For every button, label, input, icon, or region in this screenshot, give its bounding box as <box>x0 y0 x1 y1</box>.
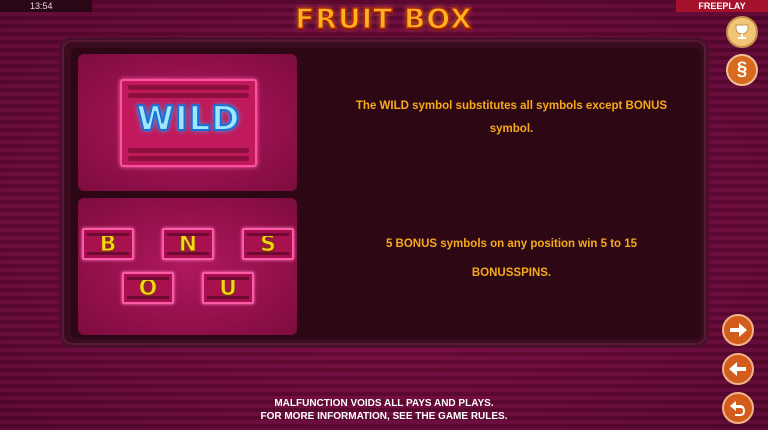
trophy-icon <box>735 24 749 39</box>
bonus-letter-n: N <box>162 228 214 260</box>
paytable-panel: WILD B N S O U The WILD symbol substitut… <box>62 40 706 345</box>
wild-stripe-top <box>128 85 249 90</box>
bonus-letter-s: S <box>242 228 294 260</box>
bonus-letter-b: B <box>82 228 134 260</box>
next-page-button[interactable] <box>722 314 754 346</box>
bonus-letter-u: U <box>202 272 254 304</box>
wild-stripe-top2 <box>128 93 249 98</box>
wild-stripe-bottom2 <box>128 148 249 153</box>
wild-symbol-cell: WILD <box>78 54 297 191</box>
wild-symbol: WILD <box>120 79 257 167</box>
previous-page-button[interactable] <box>722 353 754 385</box>
footer-line2: FOR MORE INFORMATION, SEE THE GAME RULES… <box>260 411 508 422</box>
footer-line1: MALFUNCTION VOIDS ALL PAYS AND PLAYS. <box>274 398 494 409</box>
bonus-description-line1: 5 BONUS symbols on any position win 5 to… <box>385 238 638 250</box>
arrow-left-icon <box>729 362 746 376</box>
bonus-letter-o: O <box>122 272 174 304</box>
wild-stripe-bottom <box>128 156 249 161</box>
rules-button[interactable]: § <box>726 54 758 86</box>
wild-description: The WILD symbol substitutes all symbols … <box>355 100 668 135</box>
arrow-right-icon <box>730 323 747 337</box>
footer-disclaimer: MALFUNCTION VOIDS ALL PAYS AND PLAYS. FO… <box>0 397 768 423</box>
game-logo: FRUIT BOX <box>295 1 473 36</box>
wild-symbol-text: WILD <box>135 98 241 140</box>
section-sign-icon: § <box>736 59 748 80</box>
paytable-button[interactable] <box>726 16 758 48</box>
bonus-description-line2: BONUSSPINS. <box>471 267 552 279</box>
bonus-symbols-cell: B N S O U <box>78 198 297 335</box>
